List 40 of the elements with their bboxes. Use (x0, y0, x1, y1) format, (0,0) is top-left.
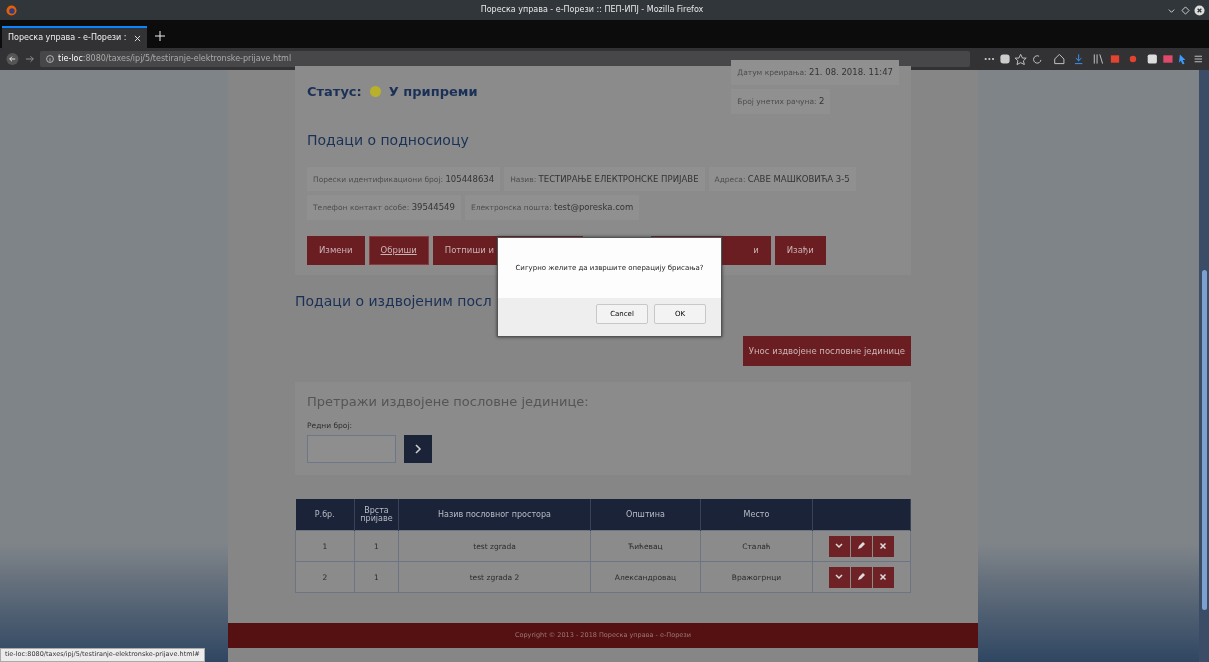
column-header: Место (700, 498, 813, 531)
expand-button[interactable] (828, 535, 850, 557)
search-field[interactable] (307, 434, 396, 463)
column-header: Назив пословног простора (398, 498, 591, 531)
toolbar-icons-drawing[interactable] (982, 53, 1203, 65)
close-icon[interactable] (1194, 4, 1205, 16)
column-header: Р.бр. (295, 498, 355, 531)
forward-icon[interactable] (24, 54, 35, 64)
delete-button[interactable] (872, 535, 894, 557)
action-button[interactable]: Обриши (368, 236, 429, 265)
action-button[interactable]: Измени (307, 236, 365, 265)
close-icon (878, 541, 888, 552)
search-submit-button[interactable] (404, 434, 432, 463)
scrollbar[interactable] (1199, 70, 1209, 662)
new-tab-icon[interactable] (155, 31, 165, 41)
column-header: Општина (590, 498, 701, 531)
status-value: У припреми (388, 83, 478, 101)
column-header: Врста пријаве (354, 498, 399, 531)
maximize-icon[interactable] (1181, 5, 1190, 15)
info-icon[interactable] (46, 55, 55, 63)
chevron-right-icon (414, 443, 422, 454)
pencil-icon (856, 572, 866, 583)
firefox-logo-icon (6, 4, 17, 16)
edit-button[interactable] (850, 535, 872, 557)
action-button[interactable]: Изађи (774, 236, 826, 265)
section-heading: Подаци о подносиоцу (307, 130, 469, 150)
address-bar[interactable]: tie-loc:8080/taxes/ipj/5/testiranje-elektronske-prijave.html (40, 51, 971, 67)
section-heading: Подаци о издвојеним посл (295, 292, 492, 311)
close-tab-icon[interactable] (134, 34, 141, 42)
back-icon[interactable] (6, 52, 19, 66)
status-label: Статус: (307, 83, 362, 101)
close-icon (878, 572, 888, 583)
window-title: Пореска управа - е-Порези :: ПЕП-ИПЈ - Mozilla Firefox (479, 4, 705, 16)
edit-button[interactable] (850, 566, 872, 588)
pencil-icon (856, 541, 866, 552)
url-text: tie-loc:8080/taxes/ipj/5/testiranje-elektronske-prijave.html (58, 53, 292, 65)
browser-tab[interactable]: Пореска управа - е-Порези : (2, 26, 147, 48)
delete-button[interactable] (872, 566, 894, 588)
add-unit-button[interactable]: Унос издвојене пословне јединице (742, 336, 911, 366)
expand-button[interactable] (828, 566, 850, 588)
